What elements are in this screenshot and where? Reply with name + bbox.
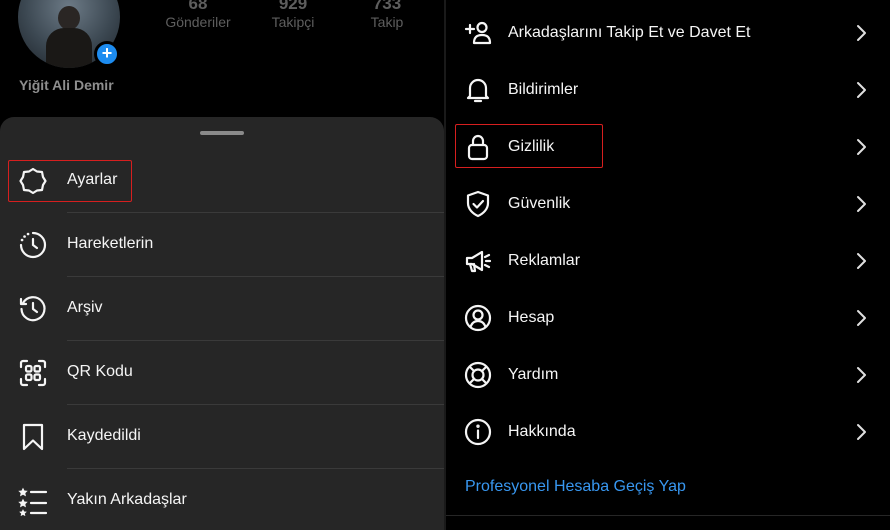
stat-following-label: Takip [370, 14, 404, 30]
sheet-item-close-friends[interactable]: Yakın Arkadaşlar [0, 469, 444, 530]
sheet-drag-handle[interactable] [200, 131, 244, 135]
bookmark-icon [18, 422, 48, 452]
stat-followers-value: 929 [278, 0, 308, 13]
chevron-right-icon [854, 309, 868, 327]
info-icon [464, 418, 492, 446]
stat-followers[interactable]: 929 Takipçi [258, 0, 328, 30]
sheet-item-saved[interactable]: Kaydedildi [0, 405, 444, 469]
sheet-item-label: QR Kodu [67, 363, 133, 380]
settings-item-help[interactable]: Yardım [446, 346, 890, 403]
sheet-item-archive[interactable]: Arşiv [0, 277, 444, 341]
archive-history-icon [18, 294, 48, 324]
settings-item-label: Arkadaşlarını Takip Et ve Davet Et [508, 24, 751, 41]
stat-following-value: 733 [372, 0, 402, 13]
qr-code-icon [18, 358, 48, 388]
sheet-item-label: Yakın Arkadaşlar [67, 491, 187, 508]
settings-panel: Arkadaşlarını Takip Et ve Davet Et Bildi… [446, 0, 890, 530]
chevron-right-icon [854, 366, 868, 384]
switch-to-professional-link[interactable]: Profesyonel Hesaba Geçiş Yap [465, 478, 686, 496]
close-friends-list-icon [18, 486, 48, 516]
settings-item-ads[interactable]: Reklamlar [446, 232, 890, 289]
profile-name: Yiğit Ali Demir [19, 77, 114, 93]
highlight-box-settings [8, 160, 132, 202]
chevron-right-icon [854, 24, 868, 42]
chevron-right-icon [854, 423, 868, 441]
sheet-item-activity[interactable]: Hareketlerin [0, 213, 444, 277]
sheet-item-label: Arşiv [67, 299, 103, 316]
settings-item-label: Yardım [508, 366, 559, 383]
stat-posts-value: 68 [188, 0, 208, 13]
sheet-item-label: Kaydedildi [67, 427, 141, 444]
chevron-right-icon [854, 81, 868, 99]
megaphone-icon [464, 247, 492, 275]
settings-item-security[interactable]: Güvenlik [446, 175, 890, 232]
account-circle-icon [464, 304, 492, 332]
lifebuoy-icon [464, 361, 492, 389]
activity-clock-icon [18, 230, 48, 260]
add-story-badge[interactable]: + [94, 41, 120, 67]
settings-item-follow-invite[interactable]: Arkadaşlarını Takip Et ve Davet Et [446, 4, 890, 61]
settings-item-notifications[interactable]: Bildirimler [446, 61, 890, 118]
settings-item-label: Reklamlar [508, 252, 581, 269]
shield-check-icon [464, 190, 492, 218]
bell-icon [464, 76, 492, 104]
settings-item-about[interactable]: Hakkında [446, 403, 890, 460]
add-person-icon [464, 19, 492, 47]
highlight-box-privacy [455, 124, 603, 168]
settings-item-label: Hesap [508, 309, 555, 326]
stat-posts-label: Gönderiler [165, 14, 231, 30]
bottom-divider [446, 515, 890, 516]
profile-panel: + Yiğit Ali Demir 68 Gönderiler 929 Taki… [0, 0, 445, 530]
settings-item-account[interactable]: Hesap [446, 289, 890, 346]
sheet-item-label: Hareketlerin [67, 235, 154, 252]
stat-following[interactable]: 733 Takip [352, 0, 422, 30]
chevron-right-icon [854, 138, 868, 156]
stat-followers-label: Takipçi [271, 14, 315, 30]
chevron-right-icon [854, 252, 868, 270]
sheet-item-qr[interactable]: QR Kodu [0, 341, 444, 405]
settings-item-label: Hakkında [508, 423, 576, 440]
stat-posts[interactable]: 68 Gönderiler [163, 0, 233, 30]
settings-item-label: Bildirimler [508, 81, 579, 98]
chevron-right-icon [854, 195, 868, 213]
settings-item-label: Güvenlik [508, 195, 571, 212]
